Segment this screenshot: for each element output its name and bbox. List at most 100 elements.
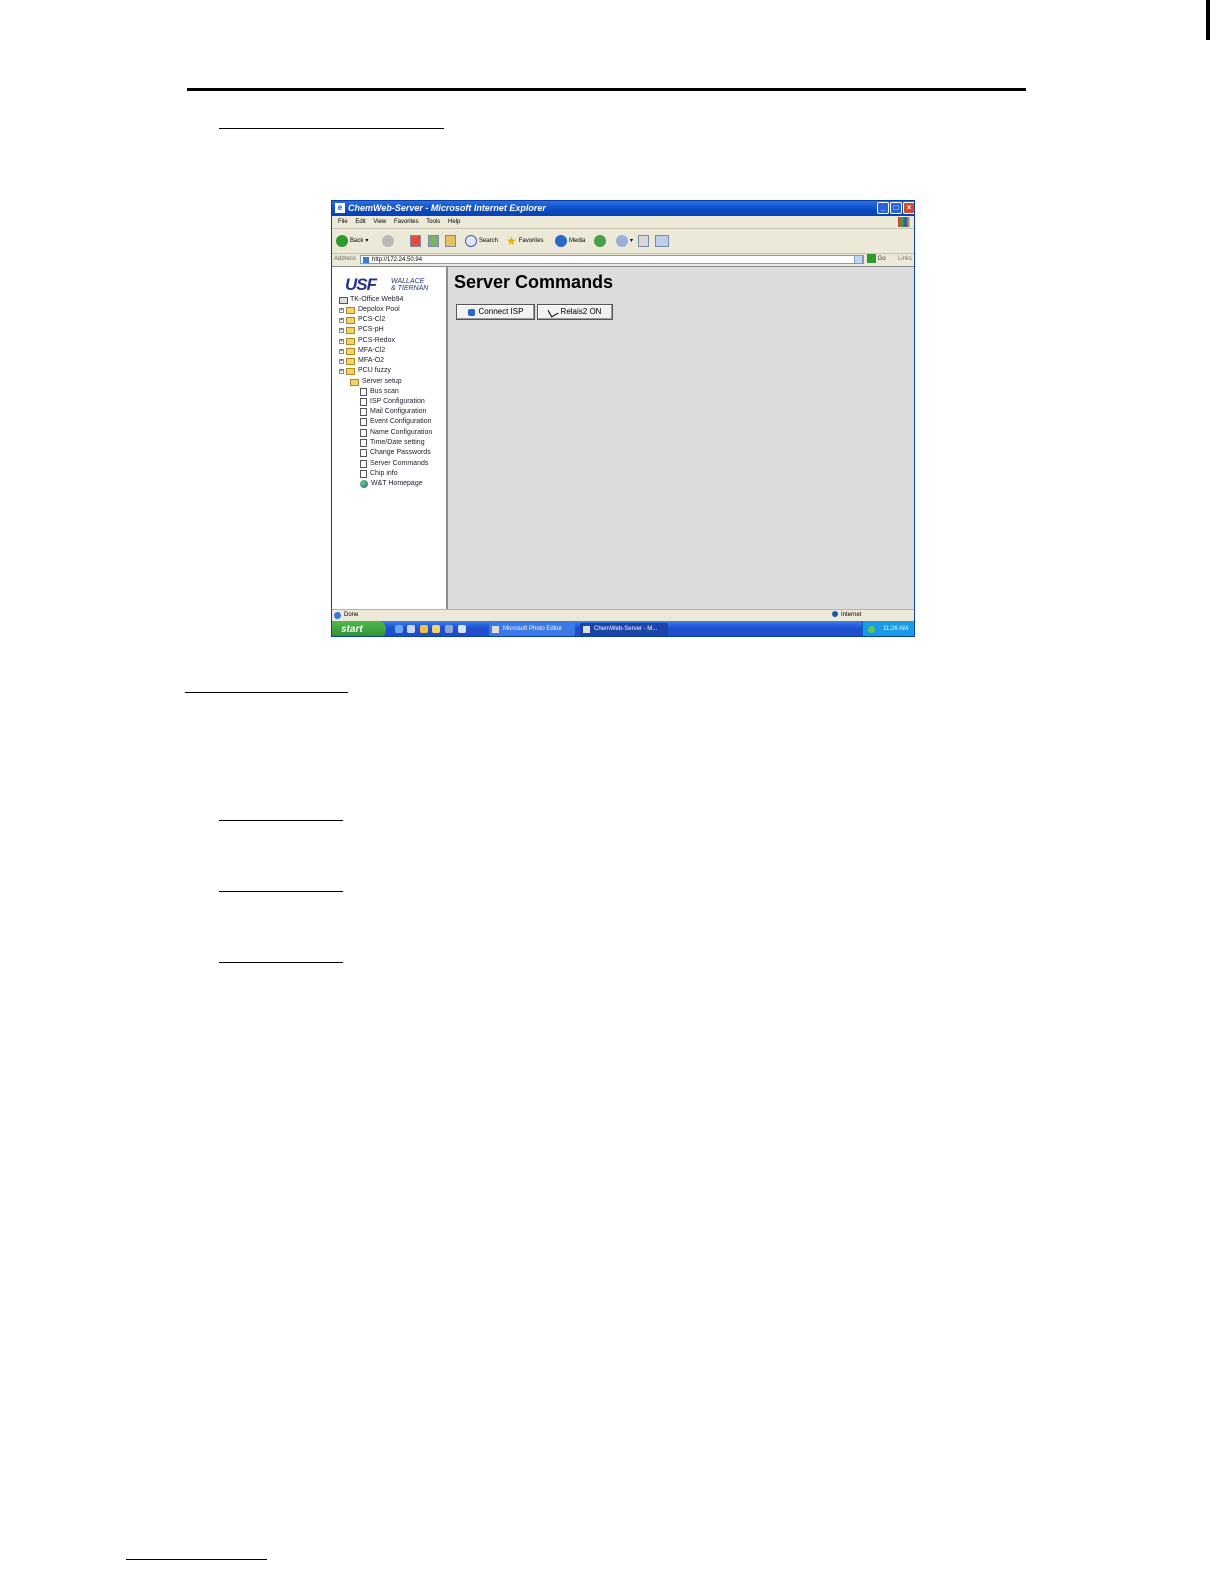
- tree-page-label: Bus scan: [370, 388, 399, 395]
- tree-folder-depolox-pool[interactable]: + Depolox Pool: [339, 305, 400, 315]
- tree-folder-pcs-redox[interactable]: + PCS-Redox: [339, 336, 395, 346]
- menu-edit[interactable]: Edit: [355, 219, 365, 225]
- media-button[interactable]: Media: [555, 234, 585, 248]
- tree-page-server-commands[interactable]: Server Commands: [360, 459, 428, 469]
- tree-page-bus-scan[interactable]: Bus scan: [360, 387, 399, 397]
- mail-quicklaunch-icon[interactable]: [458, 625, 466, 633]
- relais2-on-button[interactable]: Relais2 ON: [537, 304, 613, 320]
- back-button[interactable]: Back ▾: [336, 234, 368, 248]
- page-heading: Server Commands: [454, 272, 614, 292]
- address-url: http://172.24.50.94: [372, 257, 423, 263]
- search-button[interactable]: Search: [465, 234, 498, 248]
- tray-icon[interactable]: [868, 626, 875, 633]
- maximize-button[interactable]: □: [890, 202, 902, 214]
- back-label: Back: [350, 238, 364, 244]
- media-icon: [555, 235, 567, 247]
- expand-icon[interactable]: +: [339, 338, 344, 344]
- tree-page-change-passwords[interactable]: Change Passwords: [360, 448, 431, 458]
- network-icon: [467, 308, 475, 316]
- go-button[interactable]: Go: [867, 254, 886, 265]
- minimize-button[interactable]: _: [877, 202, 889, 214]
- folder-icon: [346, 306, 355, 314]
- section-underline-4: [219, 891, 343, 892]
- menu-help[interactable]: Help: [448, 219, 460, 225]
- links-button[interactable]: Links: [898, 254, 912, 265]
- tree-page-event-configuration[interactable]: Event Configuration: [360, 417, 431, 427]
- address-input[interactable]: http://172.24.50.94: [360, 255, 864, 264]
- main-pane: Server Commands Connect ISP Relais2 ON: [448, 267, 914, 609]
- expand-icon[interactable]: +: [339, 368, 344, 374]
- task-label: ChemWeb-Server - M...: [594, 626, 658, 632]
- expand-icon[interactable]: +: [339, 327, 344, 333]
- go-arrow-icon: [867, 254, 876, 263]
- media-quicklaunch-icon[interactable]: [420, 625, 428, 633]
- menu-view[interactable]: View: [373, 219, 386, 225]
- tree-folder-pcu-fuzzy[interactable]: + PCU fuzzy: [339, 366, 391, 376]
- folder-icon: [346, 357, 355, 365]
- expand-icon[interactable]: +: [339, 317, 344, 323]
- tree-page-chip-info[interactable]: Chip info: [360, 469, 398, 479]
- stop-icon: [410, 235, 421, 247]
- address-dropdown-button[interactable]: [854, 255, 863, 264]
- zone-label: Internet: [841, 612, 862, 618]
- history-button[interactable]: [594, 234, 606, 248]
- tree-folder-server-setup[interactable]: Server setup: [350, 377, 402, 387]
- expand-icon[interactable]: +: [339, 307, 344, 313]
- tree-folder-mfa-cl2[interactable]: + MFA-Cl2: [339, 346, 385, 356]
- home-button[interactable]: [445, 234, 456, 248]
- task-chemweb-server[interactable]: ChemWeb-Server - M...: [580, 623, 668, 636]
- tree-page-name-configuration[interactable]: Name Configuration: [360, 428, 432, 438]
- menu-favorites[interactable]: Favorites: [394, 219, 419, 225]
- page-icon: [360, 418, 367, 426]
- mail-button[interactable]: ▾: [616, 234, 633, 248]
- tree-page-time-date-setting[interactable]: Time/Date setting: [360, 438, 425, 448]
- tree-folder-label: MFA-O2: [358, 357, 385, 364]
- tree-page-mail-configuration[interactable]: Mail Configuration: [360, 407, 426, 417]
- menu-file[interactable]: File: [338, 219, 348, 225]
- tree-folder-mfa-o2[interactable]: + MFA-O2: [339, 356, 384, 366]
- search-icon: [465, 235, 477, 247]
- menu-tools[interactable]: Tools: [426, 219, 440, 225]
- ie-task-icon: [583, 626, 590, 633]
- taskbar: start Microsoft Photo Editor ChemWeb-Ser…: [332, 621, 914, 636]
- tree-page-label: Event Configuration: [370, 418, 432, 425]
- tree-folder-label: Server setup: [362, 378, 402, 385]
- relais2-on-label: Relais2 ON: [560, 307, 602, 316]
- start-button[interactable]: start: [332, 621, 386, 636]
- desktop-quicklaunch-icon[interactable]: [407, 625, 415, 633]
- edit-button[interactable]: [655, 234, 669, 248]
- tree-page-isp-configuration[interactable]: ISP Configuration: [360, 397, 425, 407]
- page-icon: [360, 388, 367, 396]
- expand-icon[interactable]: +: [339, 358, 344, 364]
- ie-quicklaunch-icon[interactable]: [395, 625, 403, 633]
- folder-quicklaunch-icon[interactable]: [432, 625, 440, 633]
- favorites-button[interactable]: ★ Favorites: [506, 234, 543, 248]
- tree-root-label: TK-Office Web94: [350, 296, 404, 303]
- forward-button[interactable]: [382, 234, 394, 248]
- folder-icon: [346, 347, 355, 355]
- tree-folder-pcs-cl2[interactable]: + PCS-Cl2: [339, 315, 385, 325]
- tree-root[interactable]: TK-Office Web94: [339, 295, 403, 305]
- task-photo-editor[interactable]: Microsoft Photo Editor: [489, 623, 575, 636]
- tree-folder-pcs-ph[interactable]: + PCS-pH: [339, 325, 384, 335]
- tree-link-wt-homepage[interactable]: W&T Homepage: [360, 479, 423, 489]
- folder-icon: [346, 326, 355, 334]
- dropdown-arrow-icon: ▾: [630, 238, 634, 244]
- refresh-button[interactable]: [428, 234, 439, 248]
- tree-page-label: ISP Configuration: [370, 398, 425, 405]
- title-bar[interactable]: e ChemWeb-Server - Microsoft Internet Ex…: [332, 201, 914, 216]
- connect-isp-button[interactable]: Connect ISP: [456, 304, 535, 320]
- ie-icon: e: [335, 203, 345, 213]
- toolbar: Back ▾ Search ★ Favorites Media ▾: [332, 229, 914, 254]
- tree-folder-label: PCU fuzzy: [358, 367, 392, 374]
- address-label: Address: [334, 256, 357, 262]
- print-button[interactable]: [638, 234, 649, 248]
- task-label: Microsoft Photo Editor: [503, 626, 563, 632]
- page-icon: [360, 429, 367, 437]
- forward-arrow-icon: [382, 235, 394, 247]
- app-quicklaunch-icon[interactable]: [445, 625, 453, 633]
- stop-button[interactable]: [410, 234, 421, 248]
- expand-icon[interactable]: +: [339, 348, 344, 354]
- tree-folder-label: PCS-Redox: [358, 337, 395, 344]
- close-button[interactable]: ×: [903, 202, 914, 214]
